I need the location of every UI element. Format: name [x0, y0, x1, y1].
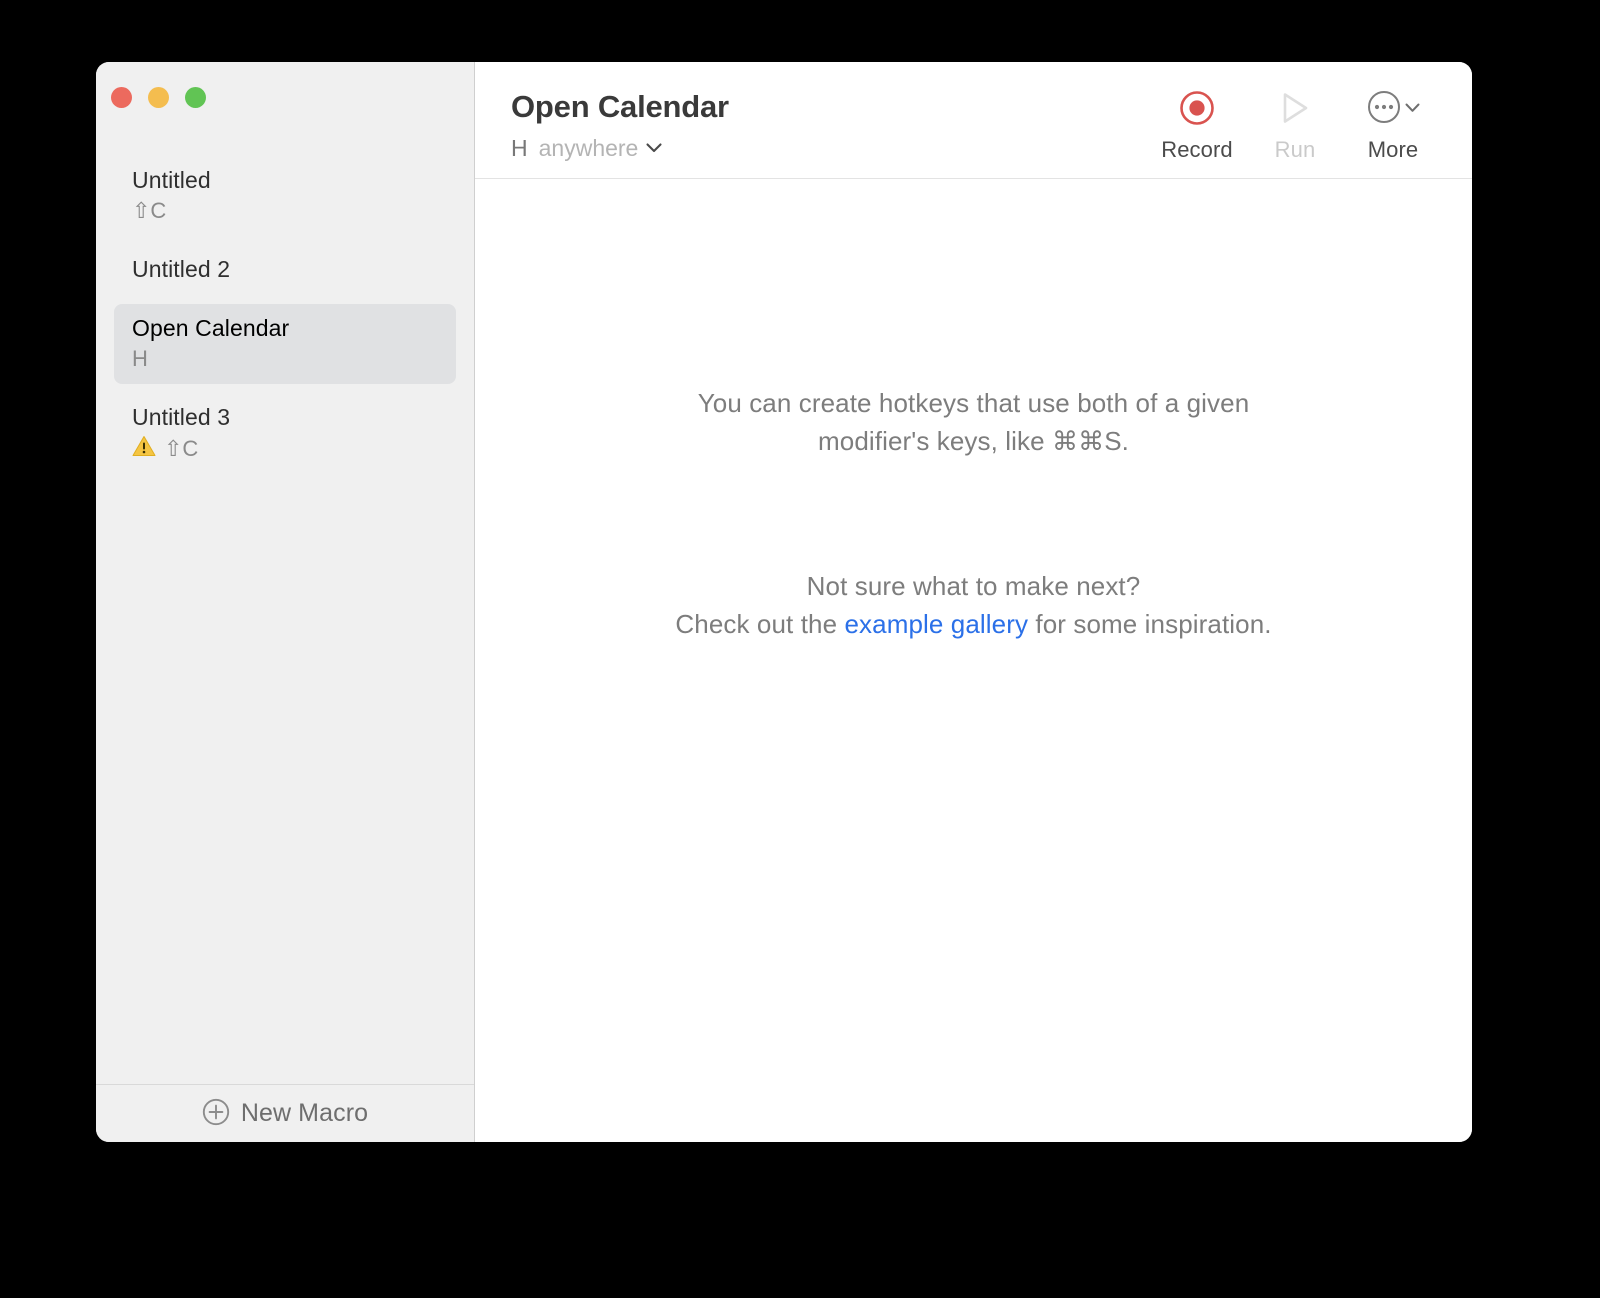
warning-triangle-icon [132, 435, 156, 464]
ellipsis-circle-icon [1367, 90, 1401, 127]
empty-state: You can create hotkeys that use both of … [475, 179, 1472, 1142]
close-window-button[interactable] [111, 87, 132, 108]
macro-item-title: Untitled [132, 167, 211, 193]
gallery-prompt-suffix: for some inspiration. [1028, 609, 1272, 639]
macro-item-shortcut: H [132, 345, 438, 373]
macro-item-shortcut-text: ⇧C [164, 435, 199, 461]
hotkey-tip-line-1: You can create hotkeys that use both of … [697, 388, 1250, 418]
app-window: Untitled ⇧C Untitled 2 Open Calendar H U… [96, 62, 1472, 1142]
macro-list-item-untitled-3[interactable]: Untitled 3 ⇧C [114, 393, 456, 474]
macro-item-shortcut-text: ⇧C [132, 198, 167, 223]
sidebar: Untitled ⇧C Untitled 2 Open Calendar H U… [96, 62, 475, 1142]
macro-list-item-untitled-2[interactable]: Untitled 2 [114, 245, 456, 295]
sidebar-footer: New Macro [96, 1084, 474, 1142]
gallery-prompt-line-2: Check out the example gallery for some i… [675, 605, 1271, 643]
gallery-prompt: Not sure what to make next? Check out th… [675, 567, 1271, 643]
more-icon-group [1367, 88, 1420, 128]
run-button[interactable]: Run [1246, 88, 1344, 163]
macro-list-item-untitled[interactable]: Untitled ⇧C [114, 156, 456, 236]
content-pane: Open Calendar H anywhere Record Run More… [475, 62, 1472, 1142]
macro-header: Open Calendar H anywhere Record Run More [475, 62, 1472, 179]
window-controls [96, 62, 474, 114]
chevron-down-icon [646, 141, 662, 156]
chevron-down-icon [1405, 101, 1420, 116]
new-macro-label: New Macro [240, 1099, 369, 1127]
hotkey-tip: You can create hotkeys that use both of … [698, 384, 1250, 460]
record-button[interactable]: Record [1148, 88, 1246, 163]
more-button-label: More [1367, 137, 1419, 162]
trigger-key-label: H [511, 135, 528, 161]
macro-item-shortcut: ⇧C [132, 434, 438, 463]
hotkey-tip-line-2: modifier's keys, like ⌘⌘S. [818, 426, 1129, 456]
gallery-prompt-line-1: Not sure what to make next? [806, 571, 1141, 601]
macro-item-shortcut: ⇧C [132, 197, 438, 225]
trigger-scope-dropdown[interactable]: anywhere [539, 134, 663, 162]
minimize-window-button[interactable] [148, 87, 169, 108]
record-button-label: Record [1161, 137, 1233, 162]
macro-item-title: Open Calendar [132, 315, 290, 341]
example-gallery-link[interactable]: example gallery [844, 609, 1028, 639]
macro-header-titles: Open Calendar H anywhere [511, 86, 1148, 162]
more-button[interactable]: More [1344, 88, 1442, 163]
macro-list: Untitled ⇧C Untitled 2 Open Calendar H U… [96, 114, 474, 1084]
macro-list-item-open-calendar[interactable]: Open Calendar H [114, 304, 456, 384]
gallery-prompt-prefix: Check out the [675, 609, 845, 639]
macro-toolbar: Record Run More [1148, 86, 1442, 163]
plus-circle-icon [202, 1098, 230, 1129]
trigger-scope-label: anywhere [538, 135, 639, 161]
macro-item-title: Untitled 3 [132, 404, 231, 430]
new-macro-button[interactable]: New Macro [194, 1094, 376, 1133]
macro-item-shortcut-text: H [132, 346, 148, 371]
play-icon [1278, 88, 1312, 128]
page-title: Open Calendar [511, 89, 729, 124]
macro-trigger-row: H anywhere [511, 134, 1148, 162]
macro-item-title: Untitled 2 [132, 256, 231, 282]
run-button-label: Run [1274, 137, 1316, 162]
maximize-window-button[interactable] [185, 87, 206, 108]
record-icon [1179, 88, 1215, 128]
